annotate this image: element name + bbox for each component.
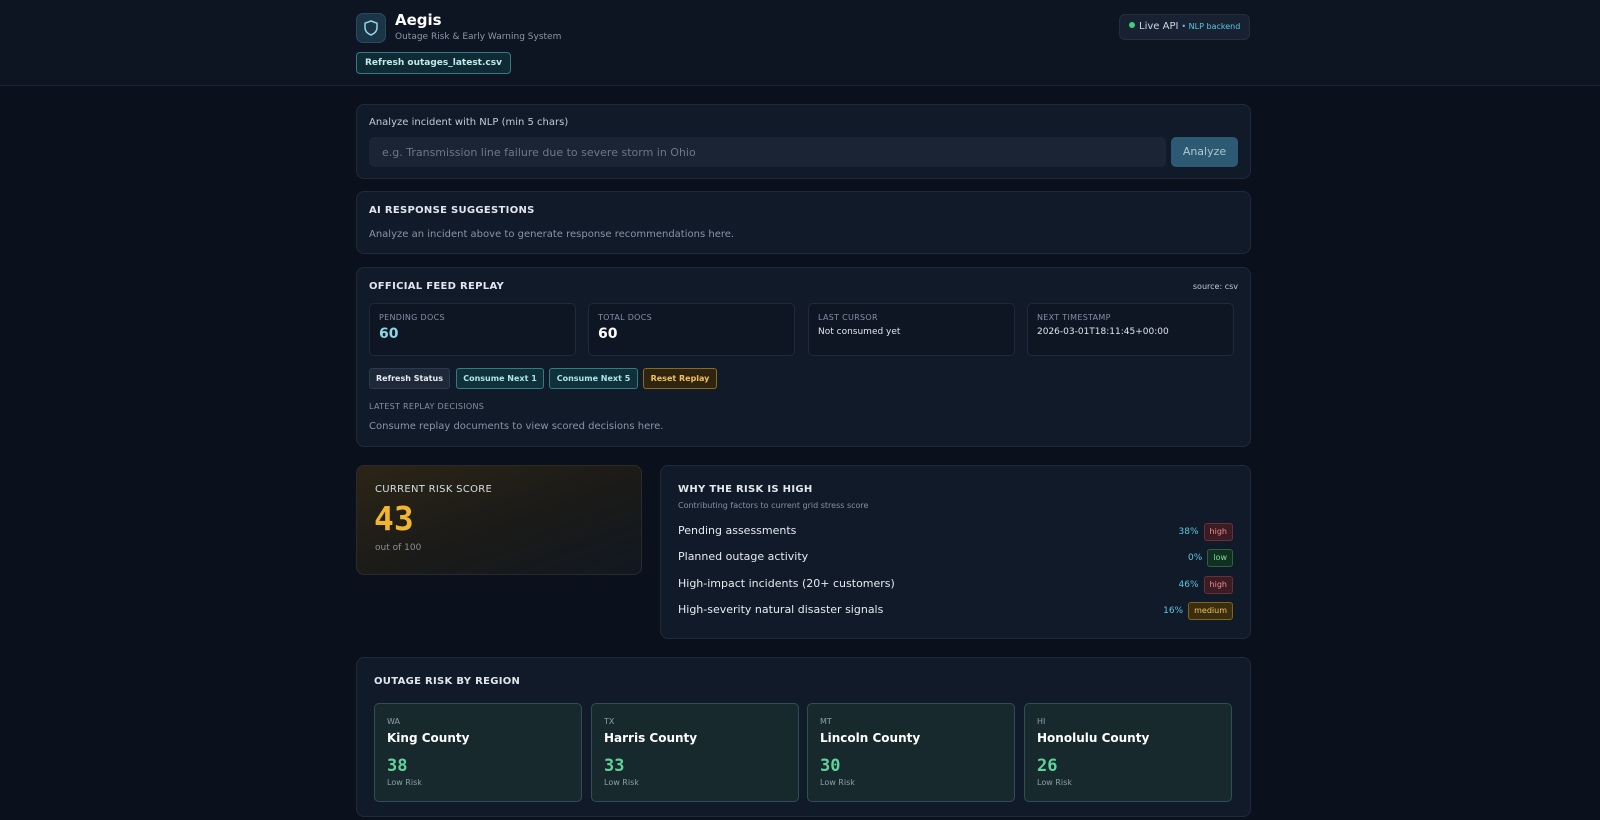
factor-percent: 38% <box>1178 527 1199 537</box>
stat-total-docs: TOTAL DOCS 60 <box>588 303 795 356</box>
region-card-honolulu[interactable]: HI Honolulu County 26 Low Risk <box>1024 703 1232 802</box>
region-name: Lincoln County <box>820 731 921 745</box>
api-status-badge: Live API • NLP backend <box>1119 14 1250 40</box>
analyze-button[interactable]: Analyze <box>1171 137 1238 167</box>
risk-factor-row: High-severity natural disaster signals 1… <box>678 602 1233 620</box>
region-score: 26 <box>1037 756 1058 776</box>
stat-value: 60 <box>379 326 399 342</box>
refresh-csv-button[interactable]: Refresh outages_latest.csv <box>356 52 511 74</box>
risk-score-value: 43 <box>374 499 414 538</box>
decisions-label: LATEST REPLAY DECISIONS <box>369 402 485 411</box>
app-subtitle: Outage Risk & Early Warning System <box>395 32 562 42</box>
region-risk-title: OUTAGE RISK BY REGION <box>374 676 521 687</box>
factor-percent: 46% <box>1178 580 1199 590</box>
risk-factor-row: High-impact incidents (20+ customers) 46… <box>678 576 1233 594</box>
stat-label: NEXT TIMESTAMP <box>1037 313 1111 322</box>
region-state: HI <box>1037 717 1046 726</box>
shield-icon <box>356 13 386 43</box>
stat-label: PENDING DOCS <box>379 313 445 322</box>
factor-level-badge: high <box>1203 523 1233 541</box>
factor-label: Planned outage activity <box>678 550 809 563</box>
region-name: Honolulu County <box>1037 731 1150 745</box>
decisions-empty-text: Consume replay documents to view scored … <box>369 421 664 432</box>
factor-level-badge: high <box>1203 576 1233 594</box>
consume-next-1-button[interactable]: Consume Next 1 <box>456 368 544 389</box>
stat-last-cursor: LAST CURSOR Not consumed yet <box>808 303 1015 356</box>
ai-suggestions-card: AI RESPONSE SUGGESTIONS Analyze an incid… <box>356 191 1251 254</box>
risk-factors-subtitle: Contributing factors to current grid str… <box>678 501 869 510</box>
app-title: Aegis <box>395 11 442 29</box>
stat-label: TOTAL DOCS <box>598 313 653 322</box>
stat-value: 2026-03-01T18:11:45+00:00 <box>1037 327 1169 337</box>
suggestions-title: AI RESPONSE SUGGESTIONS <box>369 205 535 216</box>
nlp-analyze-card: Analyze incident with NLP (min 5 chars) … <box>356 104 1251 179</box>
feed-source-label: source: csv <box>1192 282 1238 291</box>
region-state: WA <box>387 717 400 726</box>
status-dot-icon <box>1129 22 1135 28</box>
region-risk-level: Low Risk <box>604 778 639 787</box>
stat-value: 60 <box>598 326 618 342</box>
stat-label: LAST CURSOR <box>818 313 878 322</box>
risk-factors-card: WHY THE RISK IS HIGH Contributing factor… <box>660 465 1251 639</box>
factor-label: High-severity natural disaster signals <box>678 603 884 616</box>
region-risk-level: Low Risk <box>387 778 422 787</box>
region-state: MT <box>820 717 832 726</box>
factor-level-badge: medium <box>1188 602 1233 620</box>
api-status-label: Live API <box>1139 21 1179 32</box>
region-score: 30 <box>820 756 841 776</box>
reset-replay-button[interactable]: Reset Replay <box>643 368 717 389</box>
suggestions-empty-text: Analyze an incident above to generate re… <box>369 229 735 240</box>
nlp-label: Analyze incident with NLP (min 5 chars) <box>369 117 569 128</box>
region-risk-level: Low Risk <box>820 778 855 787</box>
incident-input[interactable] <box>369 137 1166 167</box>
top-bar: Aegis Outage Risk & Early Warning System… <box>0 0 1600 86</box>
risk-score-out-of: out of 100 <box>375 543 422 553</box>
feed-replay-card: OFFICIAL FEED REPLAY source: csv PENDING… <box>356 267 1251 447</box>
factor-label: High-impact incidents (20+ customers) <box>678 577 895 590</box>
region-name: Harris County <box>604 731 698 745</box>
consume-next-5-button[interactable]: Consume Next 5 <box>549 368 638 389</box>
risk-score-card: CURRENT RISK SCORE 43 out of 100 <box>356 465 642 575</box>
factor-percent: 16% <box>1163 606 1184 616</box>
region-score: 33 <box>604 756 625 776</box>
factor-label: Pending assessments <box>678 524 797 537</box>
risk-score-title: CURRENT RISK SCORE <box>375 484 493 495</box>
factor-percent: 0% <box>1188 553 1203 563</box>
region-risk-level: Low Risk <box>1037 778 1072 787</box>
stat-value: Not consumed yet <box>818 327 901 337</box>
risk-factor-row: Planned outage activity 0% low <box>678 549 1233 567</box>
region-card-king[interactable]: WA King County 38 Low Risk <box>374 703 582 802</box>
stat-pending-docs: PENDING DOCS 60 <box>369 303 576 356</box>
risk-factor-row: Pending assessments 38% high <box>678 523 1233 541</box>
refresh-status-button[interactable]: Refresh Status <box>369 368 450 389</box>
region-risk-card: OUTAGE RISK BY REGION WA King County 38 … <box>356 657 1251 817</box>
stat-next-timestamp: NEXT TIMESTAMP 2026-03-01T18:11:45+00:00 <box>1027 303 1234 356</box>
region-card-harris[interactable]: TX Harris County 33 Low Risk <box>591 703 799 802</box>
api-backend-label: • NLP backend <box>1181 22 1241 31</box>
risk-factors-title: WHY THE RISK IS HIGH <box>678 484 813 495</box>
region-card-lincoln[interactable]: MT Lincoln County 30 Low Risk <box>807 703 1015 802</box>
region-name: King County <box>387 731 470 745</box>
feed-title: OFFICIAL FEED REPLAY <box>369 281 505 292</box>
region-state: TX <box>604 717 615 726</box>
factor-level-badge: low <box>1207 549 1233 567</box>
region-score: 38 <box>387 756 408 776</box>
